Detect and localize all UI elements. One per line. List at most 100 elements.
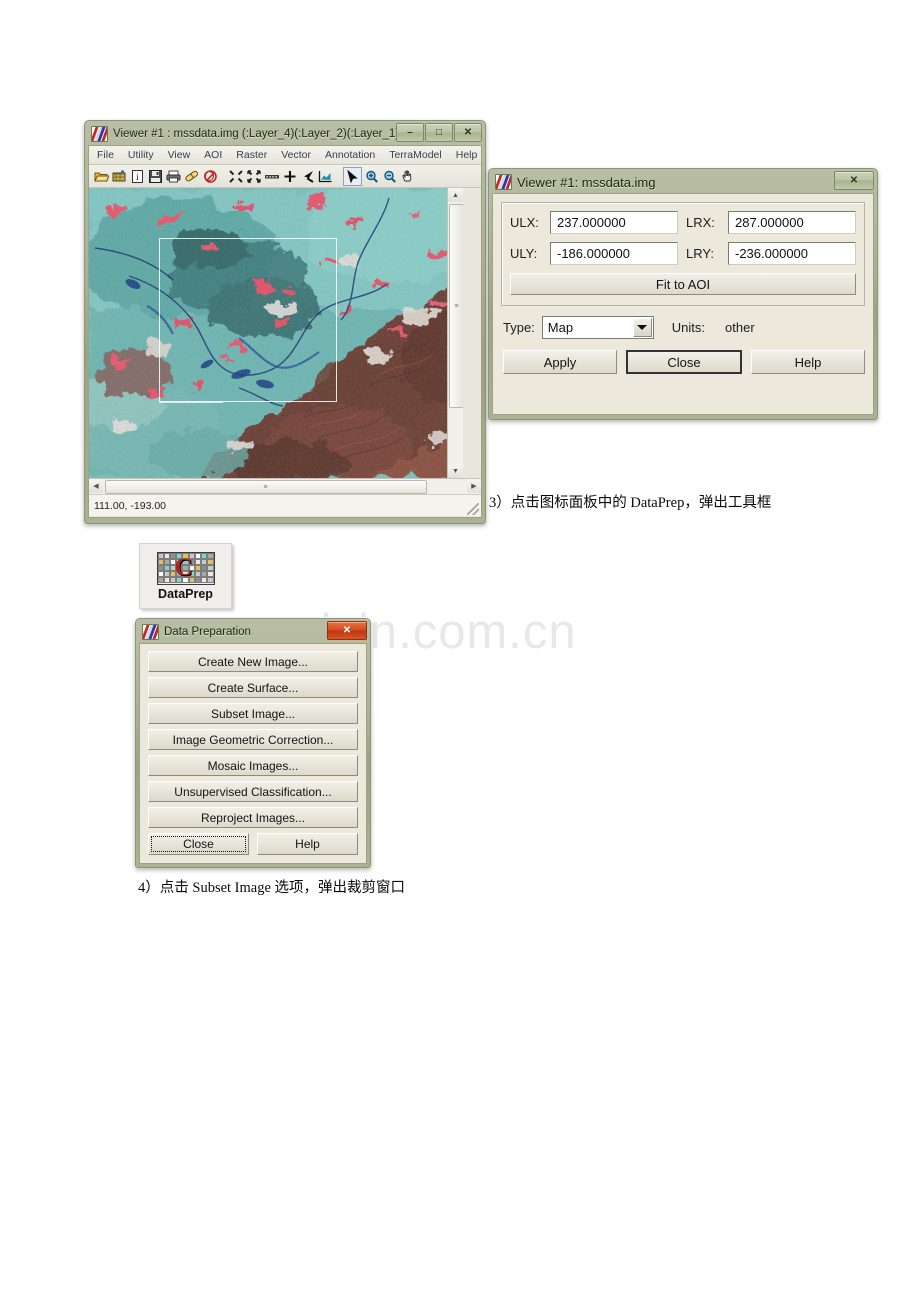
dataprep-bottom-buttons: Close Help	[148, 833, 358, 855]
ulx-label: ULX:	[510, 215, 539, 230]
help-button[interactable]: Help	[257, 833, 358, 855]
crosshair-icon[interactable]	[281, 168, 298, 185]
lry-label: LRY:	[686, 246, 714, 261]
select-pointer-icon[interactable]	[343, 166, 362, 186]
dataprep-icon-button[interactable]: C DataPrep	[139, 543, 232, 609]
type-select[interactable]: Map	[541, 316, 654, 339]
type-label: Type:	[503, 320, 535, 335]
raster-image-canvas[interactable]: ▲ ≡ ▼	[89, 188, 463, 478]
scroll-up-button[interactable]: ▲	[448, 188, 463, 202]
menu-item-vector[interactable]: Vector	[281, 149, 311, 161]
erdas-logo-icon	[91, 126, 108, 142]
viewer-window: Viewer #1 : mssdata.img (:Layer_4)(:Laye…	[84, 120, 486, 524]
eraser-icon[interactable]	[183, 168, 200, 185]
uly-input[interactable]: -186.000000	[550, 242, 678, 265]
type-select-value: Map	[547, 320, 574, 335]
menu-item-file[interactable]: File	[97, 149, 114, 161]
open-raster-icon[interactable]	[111, 168, 128, 185]
apply-button[interactable]: Apply	[503, 350, 617, 374]
image-geometric-correction-button[interactable]: Image Geometric Correction...	[148, 729, 358, 750]
lry-input[interactable]: -236.000000	[728, 242, 856, 265]
type-units-row: Type: Map Units: other	[503, 316, 865, 339]
viewer-toolbar: i	[89, 165, 481, 188]
viewer-client-area: File Utility View AOI Raster Vector Anno…	[88, 145, 482, 518]
cursor-coordinates: 111.00, -193.00	[94, 499, 167, 512]
help-button[interactable]: Help	[751, 350, 865, 374]
profile-chart-icon[interactable]	[317, 168, 334, 185]
zoom-in-box-icon[interactable]	[227, 168, 244, 185]
close-button[interactable]: ✕	[834, 171, 874, 190]
dataprep-title-bar[interactable]: Data Preparation ✕	[136, 619, 370, 643]
ulx-input[interactable]: 237.000000	[550, 211, 678, 234]
reproject-images-button[interactable]: Reproject Images...	[148, 807, 358, 828]
aoi-extra-line	[159, 402, 223, 403]
menu-item-raster[interactable]: Raster	[236, 149, 267, 161]
create-new-image-button[interactable]: Create New Image...	[148, 651, 358, 672]
menu-item-view[interactable]: View	[168, 149, 191, 161]
viewer-coordinate-dialog: Viewer #1: mssdata.img ✕ ULX: 237.000000…	[488, 168, 878, 420]
menu-item-utility[interactable]: Utility	[128, 149, 154, 161]
ulx-lrx-row: ULX: 237.000000 LRX: 287.000000	[510, 211, 856, 234]
open-file-icon[interactable]	[93, 168, 110, 185]
status-bar: 111.00, -193.00	[89, 494, 481, 516]
coord-dialog-title-bar[interactable]: Viewer #1: mssdata.img ✕	[489, 169, 877, 193]
menu-item-help[interactable]: Help	[456, 149, 478, 161]
zoom-in-icon[interactable]	[363, 168, 380, 185]
pan-hand-icon[interactable]	[399, 168, 416, 185]
coord-dialog-buttons: Apply Close Help	[503, 350, 865, 374]
maximize-button[interactable]: □	[425, 123, 453, 142]
viewer-window-controls: – □ ✕	[395, 123, 482, 142]
mosaic-images-button[interactable]: Mosaic Images...	[148, 755, 358, 776]
erdas-logo-icon	[495, 174, 512, 190]
menu-item-annotation[interactable]: Annotation	[325, 149, 375, 161]
fit-to-aoi-button[interactable]: Fit to AOI	[510, 273, 856, 295]
unsupervised-classification-button[interactable]: Unsupervised Classification...	[148, 781, 358, 802]
create-surface-button[interactable]: Create Surface...	[148, 677, 358, 698]
print-icon[interactable]	[165, 168, 182, 185]
no-clear-icon[interactable]	[201, 168, 218, 185]
dataprep-c-glyph: C	[174, 553, 193, 581]
close-button[interactable]: ✕	[454, 123, 482, 142]
arrow-tool-icon[interactable]	[299, 168, 316, 185]
units-label: Units:	[671, 320, 706, 335]
fit-to-window-icon[interactable]	[245, 168, 262, 185]
menu-item-terramodel[interactable]: TerraModel	[389, 149, 442, 161]
vertical-scroll-thumb[interactable]: ≡	[449, 204, 463, 408]
close-button[interactable]: Close	[626, 350, 742, 374]
zoom-out-icon[interactable]	[381, 168, 398, 185]
dataprep-title-text: Data Preparation	[164, 626, 251, 638]
resize-grip[interactable]	[467, 503, 479, 515]
horizontal-scroll-thumb[interactable]: ≡	[105, 480, 427, 494]
coord-dialog-title-text: Viewer #1: mssdata.img	[517, 174, 656, 190]
dataprep-client-area: Create New Image... Create Surface... Su…	[139, 643, 367, 864]
toolbar-separator-1	[219, 168, 226, 185]
minimize-button[interactable]: –	[396, 123, 424, 142]
scroll-right-button[interactable]: ▶	[467, 479, 481, 493]
scroll-left-button[interactable]: ◀	[89, 479, 103, 493]
horizontal-scrollbar[interactable]: ◀ ≡ ▶	[89, 478, 481, 494]
uly-label: ULY:	[510, 246, 538, 261]
data-preparation-dialog: Data Preparation ✕ Create New Image... C…	[135, 618, 371, 868]
caption-step-3: 3）点击图标面板中的 DataPrep，弹出工具框	[489, 495, 772, 511]
dataprep-icon-label: DataPrep	[158, 586, 213, 601]
menu-item-aoi[interactable]: AOI	[204, 149, 222, 161]
viewer-menu-bar: File Utility View AOI Raster Vector Anno…	[89, 146, 481, 165]
caption-step-4: 4）点击 Subset Image 选项，弹出裁剪窗口	[138, 880, 406, 896]
measure-icon[interactable]	[263, 168, 280, 185]
chevron-down-icon[interactable]	[632, 318, 652, 337]
coord-dialog-client-area: ULX: 237.000000 LRX: 287.000000 ULY: -18…	[492, 193, 874, 415]
close-button[interactable]: Close	[148, 833, 249, 855]
scroll-down-button[interactable]: ▼	[448, 464, 463, 478]
vertical-scrollbar[interactable]: ▲ ≡ ▼	[447, 188, 463, 478]
subset-image-button[interactable]: Subset Image...	[148, 703, 358, 724]
coord-dialog-window-controls: ✕	[833, 171, 874, 190]
lrx-label: LRX:	[686, 215, 715, 230]
close-button[interactable]: ✕	[327, 621, 367, 640]
info-icon[interactable]: i	[129, 168, 146, 185]
dataprep-window-controls: ✕	[326, 621, 367, 640]
coordinate-fields-panel: ULX: 237.000000 LRX: 287.000000 ULY: -18…	[501, 202, 865, 306]
uly-lry-row: ULY: -186.000000 LRY: -236.000000	[510, 242, 856, 265]
save-icon[interactable]	[147, 168, 164, 185]
viewer-title-bar[interactable]: Viewer #1 : mssdata.img (:Layer_4)(:Laye…	[85, 121, 485, 145]
lrx-input[interactable]: 287.000000	[728, 211, 856, 234]
